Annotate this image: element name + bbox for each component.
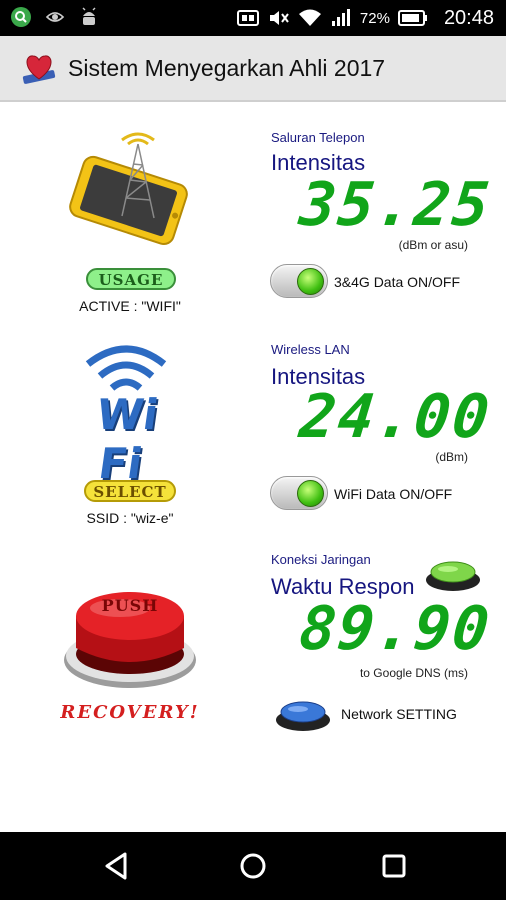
wifi-icon [298, 9, 321, 26]
app-title: Sistem Menyegarkan Ahli 2017 [68, 54, 386, 81]
cellular-value: 35.25 [296, 170, 495, 240]
refresh-response-button[interactable] [424, 556, 482, 592]
battery-percent: 72% [359, 9, 390, 27]
clock: 20:48 [443, 6, 494, 29]
system-status: 72% 20:48 [236, 0, 494, 36]
select-button[interactable]: SELECT [84, 480, 176, 502]
toggle-knob [297, 268, 324, 295]
notification-icons [10, 6, 100, 28]
cellular-toggle-label: 3&4G Data ON/OFF [334, 274, 461, 290]
network-value: 89.90 [296, 594, 495, 664]
status-bar: 72% 20:48 [0, 0, 506, 36]
main-content: USAGE ACTIVE : "WIFI" Wi Fi SELECT SSID … [0, 104, 506, 832]
wireless-value: 24.00 [296, 382, 495, 452]
push-button[interactable] [60, 576, 200, 696]
active-connection-text: ACTIVE : "WIFI" [79, 298, 181, 314]
wifi-logo-text: Wi Fi [93, 390, 162, 488]
phone-antenna-icon[interactable] [62, 126, 200, 250]
back-icon[interactable] [98, 848, 134, 884]
wifi-toggle-label: WiFi Data ON/OFF [334, 486, 453, 502]
wifi-data-toggle[interactable] [270, 476, 328, 510]
cellular-data-toggle[interactable] [270, 264, 328, 298]
mute-icon [269, 11, 289, 25]
recovery-label[interactable]: RECOVERY! [40, 702, 220, 723]
wireless-unit: (dBm) [435, 450, 468, 464]
home-icon[interactable] [235, 848, 271, 884]
recents-icon[interactable] [376, 848, 412, 884]
push-label: PUSH [101, 596, 159, 615]
wireless-category: Wireless LAN [271, 342, 350, 357]
network-setting-button[interactable] [274, 696, 332, 732]
network-unit: to Google DNS (ms) [359, 666, 468, 680]
heart-icon [22, 55, 56, 84]
network-setting-label: Network SETTING [341, 706, 457, 722]
cellular-category: Saluran Telepon [271, 130, 365, 145]
eye-icon [45, 12, 65, 22]
navigation-bar [0, 832, 506, 900]
cellular-unit: (dBm or asu) [398, 238, 468, 252]
cast-icon [236, 10, 259, 26]
ssid-text: SSID : "wiz-e" [86, 510, 174, 526]
network-category: Koneksi Jaringan [271, 552, 371, 567]
usage-button[interactable]: USAGE [86, 268, 176, 290]
battery-icon [397, 10, 427, 26]
toggle-knob [297, 480, 324, 507]
action-bar: Sistem Menyegarkan Ahli 2017 [0, 36, 506, 102]
android-icon [82, 7, 96, 25]
cell-signal-icon [331, 9, 350, 26]
search-icon [11, 7, 31, 27]
